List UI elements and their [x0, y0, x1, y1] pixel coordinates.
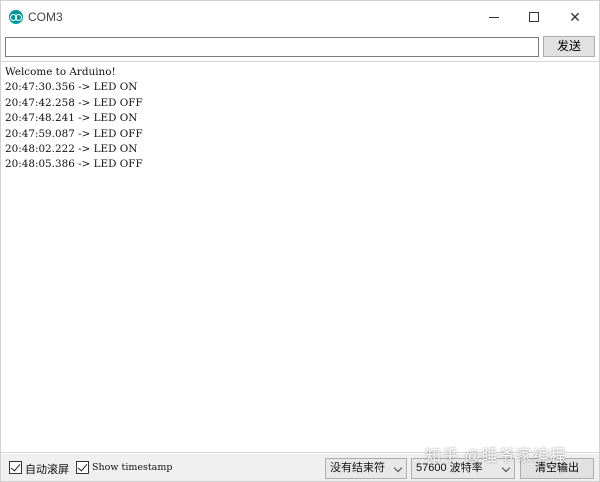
arduino-logo-icon — [9, 10, 23, 24]
line-ending-value: 没有结束符 — [330, 462, 385, 474]
output-line: 20:47:30.356 -> LED ON — [5, 81, 138, 94]
chevron-down-icon — [393, 463, 403, 473]
serial-output: Welcome to Arduino! 20:47:30.356 -> LED … — [1, 61, 599, 453]
autoscroll-checkbox[interactable] — [9, 461, 22, 474]
output-line: 20:48:05.386 -> LED OFF — [5, 158, 143, 171]
output-line: Welcome to Arduino! — [5, 66, 116, 78]
line-ending-select[interactable]: 没有结束符 — [325, 458, 407, 479]
close-button[interactable]: ✕ — [556, 1, 594, 33]
maximize-icon — [529, 12, 539, 22]
close-icon: ✕ — [569, 9, 581, 25]
timestamp-checkbox[interactable] — [76, 461, 89, 474]
serial-monitor-window: COM3 ✕ 发送 Welcome to Arduino! 20:47:30.3… — [0, 0, 600, 482]
window-title: COM3 — [28, 10, 63, 24]
minimize-button[interactable] — [475, 1, 513, 33]
output-line: 20:47:59.087 -> LED OFF — [5, 127, 143, 140]
minimize-icon — [489, 17, 499, 18]
output-line: 20:47:42.258 -> LED OFF — [5, 96, 143, 109]
autoscroll-label: 自动滚屏 — [25, 464, 69, 476]
timestamp-label: Show timestamp — [92, 462, 173, 473]
serial-input[interactable] — [5, 37, 539, 57]
output-line: 20:48:02.222 -> LED ON — [5, 143, 138, 156]
watermark: 知乎 @睡爷家编程 — [425, 448, 567, 465]
maximize-button[interactable] — [515, 1, 553, 33]
send-button[interactable]: 发送 — [543, 36, 595, 57]
title-bar: COM3 ✕ — [1, 1, 599, 33]
output-line: 20:47:48.241 -> LED ON — [5, 112, 138, 125]
